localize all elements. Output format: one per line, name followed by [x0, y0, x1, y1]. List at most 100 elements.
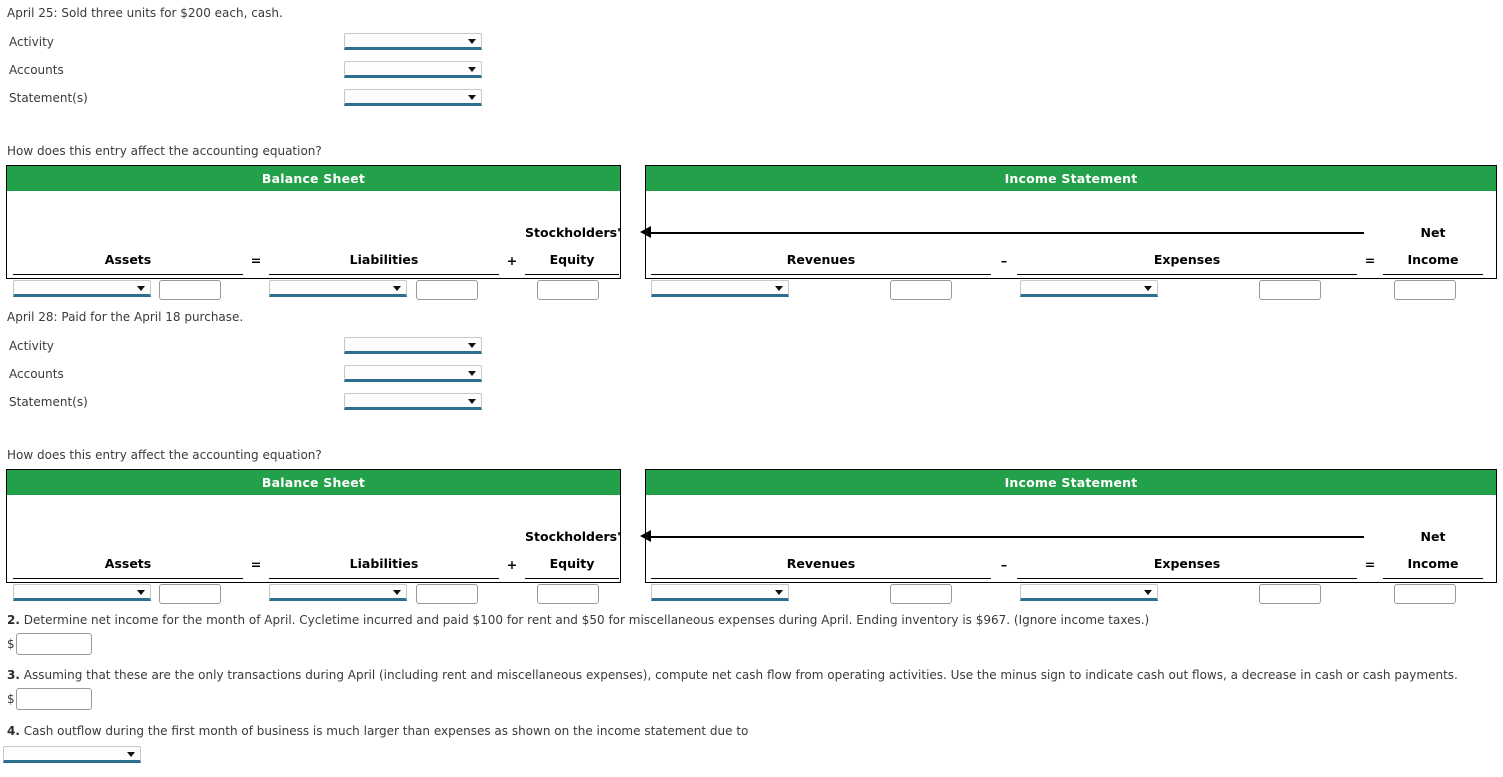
question-3: 3. Assuming that these are the only tran… — [0, 668, 1503, 710]
revenues-select-wrap-1 — [651, 280, 789, 300]
column-header-revenues-2: Revenues — [786, 556, 856, 571]
column-header-income-2: Income — [1407, 556, 1459, 571]
chevron-down-icon — [775, 286, 783, 291]
expenses-amount-wrap-2 — [1259, 584, 1321, 607]
income-statement-header-2: Income Statement — [646, 470, 1496, 495]
chevron-down-icon — [393, 286, 401, 291]
activity-select-wrap-1 — [344, 33, 482, 53]
underline-equity-1 — [525, 274, 619, 275]
underline-net-income-1 — [1383, 274, 1483, 275]
income-statement-panel-2: Income Statement Revenues – Expenses = N… — [640, 469, 1497, 604]
assets-amount-input-1[interactable] — [159, 280, 221, 300]
liabilities-account-select-2[interactable] — [269, 584, 407, 601]
field-label-activity-1: Activity — [9, 35, 54, 49]
chevron-down-icon — [1144, 590, 1152, 595]
operator-plus-bs-2: + — [506, 557, 518, 572]
revenues-select-wrap-2 — [651, 584, 789, 604]
column-header-liabilities-2: Liabilities — [349, 556, 419, 571]
underline-expenses-1 — [1017, 274, 1357, 275]
expenses-amount-wrap-1 — [1259, 280, 1321, 303]
transaction-title-2: April 28: Paid for the April 18 purchase… — [7, 310, 244, 324]
net-income-amount-input-1[interactable] — [1394, 280, 1456, 300]
arrow-line-2 — [651, 536, 1364, 538]
question-4-select[interactable] — [3, 746, 141, 763]
column-header-net-1: Net — [1420, 225, 1446, 240]
chevron-down-icon — [468, 399, 476, 404]
liabilities-account-select-1[interactable] — [269, 280, 407, 297]
question-3-answer-row: $ — [0, 688, 1503, 710]
transaction-block-1: April 25: Sold three units for $200 each… — [0, 6, 1503, 117]
expenses-amount-input-2[interactable] — [1259, 584, 1321, 604]
underline-equity-2 — [525, 578, 619, 579]
statements-select-wrap-2 — [344, 393, 482, 413]
underline-revenues-1 — [651, 274, 991, 275]
liabilities-amount-input-2[interactable] — [416, 584, 478, 604]
expenses-select-wrap-2 — [1020, 584, 1158, 604]
statements-select-wrap-1 — [344, 89, 482, 109]
assets-amount-input-2[interactable] — [159, 584, 221, 604]
question-4-number: 4. — [7, 724, 20, 738]
assets-select-wrap-2 — [13, 584, 151, 604]
activity-select-1[interactable] — [344, 33, 482, 50]
field-row-accounts-2: Accounts — [0, 365, 1503, 393]
field-row-statements-1: Statement(s) — [0, 89, 1503, 117]
underline-assets-2 — [13, 578, 243, 579]
revenues-amount-input-1[interactable] — [890, 280, 952, 300]
equity-amount-wrap-1 — [537, 280, 599, 303]
column-header-expenses-2: Expenses — [1153, 556, 1221, 571]
accounts-select-1[interactable] — [344, 61, 482, 78]
field-row-accounts-1: Accounts — [0, 61, 1503, 89]
net-income-amount-input-2[interactable] — [1394, 584, 1456, 604]
activity-select-2[interactable] — [344, 337, 482, 354]
question-2-text-line: 2. Determine net income for the month of… — [0, 613, 1503, 627]
assets-account-select-1[interactable] — [13, 280, 151, 297]
accounting-equation-table-2: Balance Sheet Assets = Liabilities + Sto… — [0, 469, 1503, 604]
liabilities-amount-wrap-2 — [416, 584, 478, 607]
equity-amount-wrap-2 — [537, 584, 599, 607]
chevron-down-icon — [468, 67, 476, 72]
field-label-accounts-2: Accounts — [9, 367, 64, 381]
question-4-text: Cash outflow during the first month of b… — [23, 724, 749, 738]
operator-equals-is-1: = — [1364, 253, 1376, 268]
chevron-down-icon — [468, 343, 476, 348]
question-2: 2. Determine net income for the month of… — [0, 613, 1503, 655]
accounts-select-wrap-2 — [344, 365, 482, 385]
assets-account-select-2[interactable] — [13, 584, 151, 601]
question-2-dollar-sign: $ — [7, 637, 15, 651]
assets-amount-wrap-1 — [159, 280, 221, 303]
field-label-statements-2: Statement(s) — [9, 395, 88, 409]
column-header-equity-2: Equity — [549, 556, 595, 571]
column-header-stockholders-1: Stockholders' — [525, 225, 621, 240]
arrow-line-1 — [651, 232, 1364, 234]
expenses-account-select-1[interactable] — [1020, 280, 1158, 297]
revenues-amount-input-2[interactable] — [890, 584, 952, 604]
revenues-amount-wrap-2 — [890, 584, 952, 607]
revenues-account-select-1[interactable] — [651, 280, 789, 297]
balance-sheet-panel-2: Balance Sheet Assets = Liabilities + Sto… — [6, 469, 621, 604]
question-2-number: 2. — [7, 613, 20, 627]
question-3-number: 3. — [7, 668, 20, 682]
expenses-select-wrap-1 — [1020, 280, 1158, 300]
statements-select-1[interactable] — [344, 89, 482, 106]
column-header-revenues-1: Revenues — [786, 252, 856, 267]
chevron-down-icon — [393, 590, 401, 595]
revenues-account-select-2[interactable] — [651, 584, 789, 601]
expenses-account-select-2[interactable] — [1020, 584, 1158, 601]
operator-equals-bs-1: = — [250, 253, 262, 268]
accounts-select-2[interactable] — [344, 365, 482, 382]
underline-expenses-2 — [1017, 578, 1357, 579]
transaction-title-1: April 25: Sold three units for $200 each… — [7, 6, 283, 20]
expenses-amount-input-1[interactable] — [1259, 280, 1321, 300]
equity-amount-input-1[interactable] — [537, 280, 599, 300]
statements-select-2[interactable] — [344, 393, 482, 410]
question-2-answer-input[interactable] — [15, 633, 92, 655]
field-row-activity-1: Activity — [0, 33, 1503, 61]
question-2-answer-row: $ — [0, 633, 1503, 655]
liabilities-amount-input-1[interactable] — [416, 280, 478, 300]
chevron-down-icon — [1144, 286, 1152, 291]
assets-select-wrap-1 — [13, 280, 151, 300]
question-3-answer-input[interactable] — [15, 688, 92, 710]
chevron-down-icon — [468, 39, 476, 44]
column-header-expenses-1: Expenses — [1153, 252, 1221, 267]
equity-amount-input-2[interactable] — [537, 584, 599, 604]
